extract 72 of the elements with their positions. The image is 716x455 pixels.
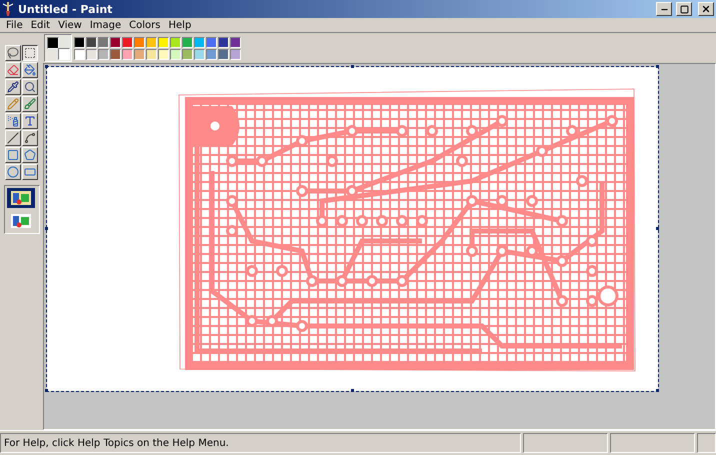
size-grip[interactable]: [697, 433, 716, 453]
lasso-icon: [7, 47, 19, 59]
color-swatch[interactable]: [194, 48, 205, 60]
window-title: Untitled - Paint: [18, 2, 114, 16]
maximize-icon: [680, 4, 688, 14]
resize-handle[interactable]: [45, 65, 48, 68]
menu-item[interactable]: Colors: [125, 20, 164, 30]
paintbrush-icon: [2, 2, 14, 16]
shapes-icon: [10, 190, 32, 206]
rounded-rectangle-icon: [24, 166, 36, 178]
resize-handle[interactable]: [45, 227, 48, 230]
color-swatch[interactable]: [146, 48, 157, 60]
color-swatch[interactable]: [98, 36, 109, 48]
menu-item[interactable]: Help: [164, 20, 196, 30]
option-button[interactable]: [6, 188, 34, 208]
color-swatch[interactable]: [122, 36, 133, 48]
pencil-icon: [7, 98, 19, 110]
status-text: For Help, click Help Topics on the Help Menu.: [4, 438, 229, 448]
brush-icon: [24, 98, 36, 110]
dashed-square-icon: [24, 47, 36, 59]
color-swatch[interactable]: [146, 36, 157, 48]
color-swatch[interactable]: [230, 48, 241, 60]
color-swatch[interactable]: [230, 36, 241, 48]
eraser-icon: [7, 64, 19, 76]
color-swatch[interactable]: [182, 36, 193, 48]
resize-handle[interactable]: [350, 389, 354, 392]
pipette-icon: [7, 81, 19, 93]
curve-icon: [24, 132, 36, 144]
color-swatch[interactable]: [74, 36, 85, 48]
tool-button[interactable]: [22, 45, 38, 61]
color-swatch[interactable]: [218, 48, 229, 60]
menu-item[interactable]: Edit: [26, 20, 54, 30]
close-icon: [701, 4, 711, 14]
menu-item[interactable]: File: [2, 20, 27, 30]
search-icon: [24, 81, 36, 93]
resize-handle[interactable]: [45, 389, 48, 392]
color-swatch[interactable]: [86, 48, 97, 60]
background-color-swatch[interactable]: [58, 48, 70, 60]
menu-item[interactable]: Image: [86, 20, 126, 30]
color-swatch[interactable]: [134, 36, 145, 48]
minimize-button[interactable]: [656, 2, 672, 16]
color-swatch[interactable]: [74, 48, 85, 60]
color-swatch[interactable]: [134, 48, 145, 60]
color-swatch[interactable]: [218, 36, 229, 48]
letter-icon: [24, 115, 36, 127]
shapes-icon: [10, 213, 32, 229]
resize-handle[interactable]: [656, 65, 659, 68]
menu-item[interactable]: View: [54, 20, 86, 30]
resize-handle[interactable]: [350, 65, 354, 68]
ellipse-icon: [7, 166, 19, 178]
color-swatch[interactable]: [206, 48, 217, 60]
color-swatch[interactable]: [110, 48, 121, 60]
resize-handle[interactable]: [656, 389, 659, 392]
color-swatch[interactable]: [122, 48, 133, 60]
color-swatch[interactable]: [158, 36, 169, 48]
line-icon: [7, 132, 19, 144]
color-swatch[interactable]: [170, 36, 181, 48]
color-swatch[interactable]: [86, 36, 97, 48]
color-swatch[interactable]: [182, 48, 193, 60]
maximize-button[interactable]: [676, 2, 692, 16]
foreground-color-swatch[interactable]: [47, 37, 59, 49]
color-swatch[interactable]: [170, 48, 181, 60]
polygon-icon: [24, 149, 36, 161]
color-swatch[interactable]: [194, 36, 205, 48]
color-swatch[interactable]: [206, 36, 217, 48]
resize-handle[interactable]: [656, 227, 659, 230]
color-swatch[interactable]: [158, 48, 169, 60]
close-button[interactable]: [698, 2, 714, 16]
paint-bucket-icon: [24, 64, 36, 76]
color-swatch[interactable]: [98, 48, 109, 60]
color-swatch[interactable]: [110, 36, 121, 48]
square-icon: [7, 149, 19, 161]
